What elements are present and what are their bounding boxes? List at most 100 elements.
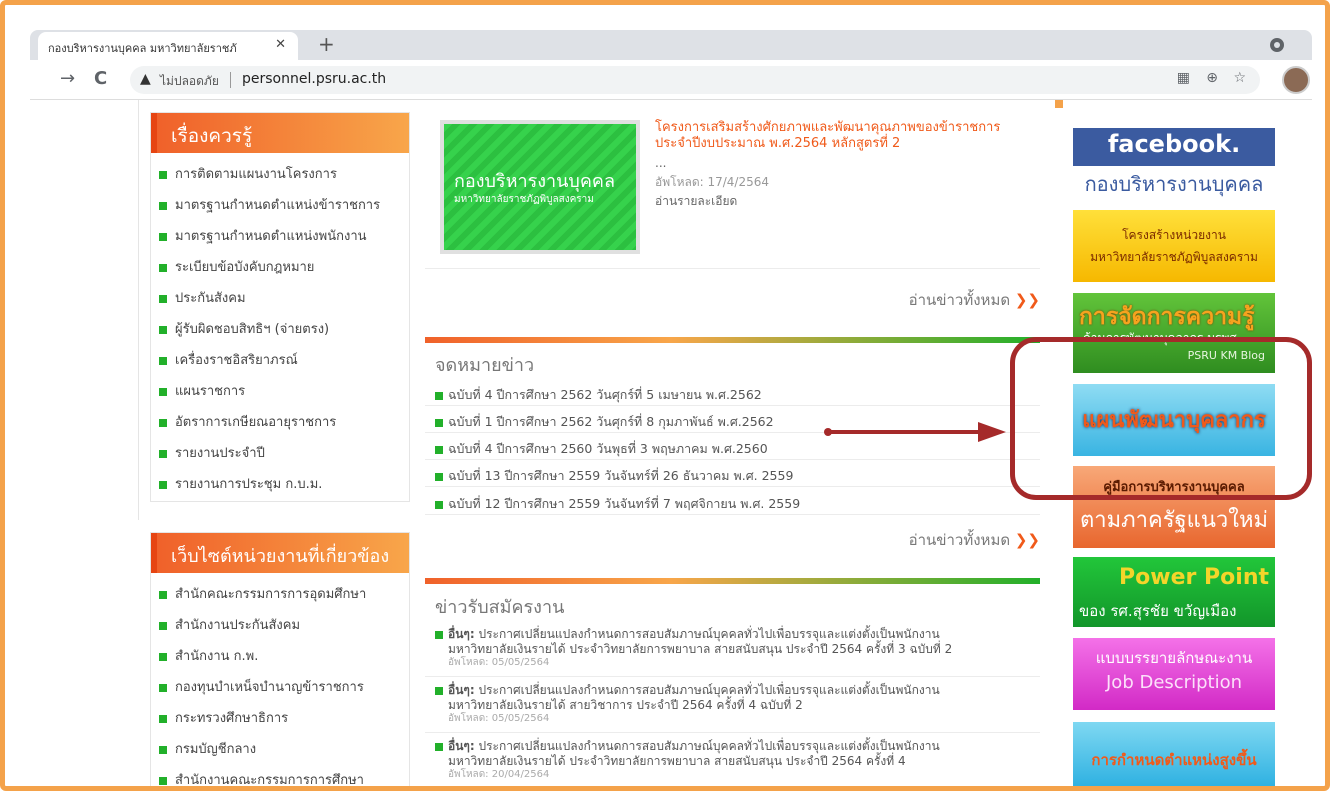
browser-tab[interactable]: กองบริหารงานบุคคล มหาวิทยาลัยราชภั ✕ — [38, 32, 298, 60]
related-site-link[interactable]: สำนักคณะกรรมการการอุดมศึกษา — [151, 573, 409, 604]
job-item[interactable]: อื่นๆ: ประกาศเปลี่ยนแปลงกำหนดการสอบสัมภา… — [435, 739, 1035, 781]
bullet-icon — [435, 742, 443, 751]
related-sites-heading: เว็บไซต์หน่วยงานที่เกี่ยวข้อง — [151, 533, 409, 573]
bullet-icon — [435, 630, 443, 639]
newsletter-item[interactable]: ฉบับที่ 1 ปีการศึกษา 2562 วันศุกร์ที่ 8 … — [435, 412, 774, 432]
facebook-logo-text: facebook. — [1107, 130, 1241, 158]
sidebar-link[interactable]: ระเบียบข้อบังคับกฎหมาย — [151, 246, 409, 277]
bullet-icon — [159, 621, 167, 630]
newsletter-item[interactable]: ฉบับที่ 13 ปีการศึกษา 2559 วันจันทร์ที่ … — [435, 466, 793, 486]
featured-image[interactable]: กองบริหารงานบุคคล มหาวิทยาลัยราชภัฏพิบูล… — [440, 120, 640, 254]
sidebar-link[interactable]: มาตรฐานกำหนดตำแหน่งพนักงาน — [151, 215, 409, 246]
page-divider — [138, 100, 139, 520]
url-text[interactable]: personnel.psru.ac.th — [242, 71, 386, 87]
newsletter-item[interactable]: ฉบับที่ 4 ปีการศึกษา 2562 วันศุกร์ที่ 5 … — [435, 385, 762, 405]
sidebar-link[interactable]: รายงานการประชุม ก.บ.ม. — [151, 463, 409, 501]
bullet-icon — [159, 294, 167, 303]
related-sites-box: เว็บไซต์หน่วยงานที่เกี่ยวข้อง สำนักคณะกร… — [150, 532, 410, 786]
featured-image-title: กองบริหารงานบุคคล — [454, 171, 615, 192]
job-banner-thai: แบบบรรยายลักษณะงาน — [1095, 649, 1253, 667]
security-label[interactable]: ไม่ปลอดภัย — [160, 72, 219, 91]
bullet-icon — [435, 445, 443, 454]
bullet-icon — [159, 418, 167, 427]
pp-banner-title: Power Point — [1119, 565, 1269, 590]
warning-icon: ▲ — [140, 71, 151, 87]
newsletter-heading: จดหมายข่าว — [435, 355, 535, 376]
avatar[interactable] — [1282, 66, 1310, 94]
decor-dot — [1055, 100, 1063, 108]
bullet-icon — [159, 652, 167, 661]
bullet-icon — [435, 500, 443, 509]
double-chevron-icon: ❯❯ — [1014, 291, 1040, 309]
bullet-icon — [435, 686, 443, 695]
higher-position-banner[interactable]: การกำหนดตำแหน่งสูงขึ้น — [1073, 722, 1275, 786]
sidebar-link[interactable]: การติดตามแผนงานโครงการ — [151, 153, 409, 184]
bullet-icon — [159, 170, 167, 179]
job-item[interactable]: อื่นๆ: ประกาศเปลี่ยนแปลงกำหนดการสอบสัมภา… — [435, 683, 1035, 725]
job-item[interactable]: อื่นๆ: ประกาศเปลี่ยนแปลงกำหนดการสอบสัมภา… — [435, 627, 1035, 669]
tab-close-icon[interactable]: ✕ — [275, 37, 286, 52]
bullet-icon — [159, 683, 167, 692]
reload-icon[interactable]: C — [94, 68, 107, 89]
bullet-icon — [435, 472, 443, 481]
bullet-icon — [159, 201, 167, 210]
sidebar-link[interactable]: เครื่องราชอิสริยาภรณ์ — [151, 339, 409, 370]
sidebar-link[interactable]: ผู้รับผิดชอบสิทธิฯ (จ่ายตรง) — [151, 308, 409, 339]
profile-menu-icon[interactable] — [1270, 38, 1284, 52]
new-tab-button[interactable]: + — [318, 32, 335, 56]
bookmark-star-icon[interactable]: ☆ — [1233, 70, 1246, 86]
zoom-icon[interactable]: ⊕ — [1206, 70, 1218, 86]
bullet-icon — [159, 480, 167, 489]
bullet-icon — [159, 449, 167, 458]
tab-bar: กองบริหารงานบุคคล มหาวิทยาลัยราชภั ✕ + — [30, 30, 1312, 60]
featured-upload-date: อัพโหลด: 17/4/2564 — [655, 175, 770, 189]
org-structure-banner[interactable]: โครงสร้างหน่วยงาน มหาวิทยาลัยราชภัฏพิบูล… — [1073, 210, 1275, 282]
bullet-icon — [159, 356, 167, 365]
related-site-link[interactable]: กองทุนบำเหน็จบำนาญข้าราชการ — [151, 666, 409, 697]
bullet-icon — [159, 776, 167, 785]
annotation-arrow — [824, 422, 1006, 442]
related-site-link[interactable]: สำนักงานประกันสังคม — [151, 604, 409, 635]
newsletter-item[interactable]: ฉบับที่ 4 ปีการศึกษา 2560 วันพุธที่ 3 พฤ… — [435, 439, 768, 459]
annotation-highlight-box — [1010, 337, 1312, 500]
divider — [425, 732, 1040, 733]
featured-ellipsis: ... — [655, 156, 667, 170]
bullet-icon — [159, 387, 167, 396]
knowledge-heading: เรื่องควรรู้ — [151, 113, 409, 153]
read-all-news-link[interactable]: อ่านข่าวทั้งหมด ❯❯ — [909, 288, 1040, 312]
jobs-heading: ข่าวรับสมัครงาน — [435, 597, 565, 618]
tab-title: กองบริหารงานบุคคล มหาวิทยาลัยราชภั — [48, 42, 237, 55]
pp-banner-author: ของ รศ.สุรชัย ขวัญเมือง — [1079, 602, 1237, 620]
powerpoint-banner[interactable]: Power Point ของ รศ.สุรชัย ขวัญเมือง — [1073, 557, 1275, 627]
job-description-banner[interactable]: แบบบรรยายลักษณะงาน Job Description — [1073, 638, 1275, 710]
bullet-icon — [435, 418, 443, 427]
qr-code-icon[interactable]: ▦ — [1177, 70, 1190, 86]
newsletter-item[interactable]: ฉบับที่ 12 ปีการศึกษา 2559 วันจันทร์ที่ … — [435, 494, 800, 514]
omnibox-separator — [230, 72, 231, 88]
facebook-banner[interactable]: facebook. กองบริหารงานบุคคล — [1073, 128, 1275, 198]
bullet-icon — [435, 391, 443, 400]
section-bar — [425, 337, 1040, 343]
related-site-link[interactable]: กระทรวงศึกษาธิการ — [151, 697, 409, 728]
sidebar-link[interactable]: รายงานประจำปี — [151, 432, 409, 463]
divider — [425, 459, 1040, 460]
address-bar[interactable]: ▲ ไม่ปลอดภัย personnel.psru.ac.th ▦ ⊕ ☆ — [130, 66, 1260, 94]
featured-news-title[interactable]: โครงการเสริมสร้างศักยภาพและพัฒนาคุณภาพขอ… — [655, 120, 1005, 152]
position-banner-title: การกำหนดตำแหน่งสูงขึ้น — [1091, 751, 1257, 769]
bullet-icon — [159, 590, 167, 599]
sidebar-link[interactable]: ประกันสังคม — [151, 277, 409, 308]
read-more-link[interactable]: อ่านรายละเอียด — [655, 192, 737, 211]
sidebar-link[interactable]: แผนราชการ — [151, 370, 409, 401]
sidebar-link[interactable]: อัตราการเกษียณอายุราชการ — [151, 401, 409, 432]
featured-image-subtitle: มหาวิทยาลัยราชภัฏพิบูลสงคราม — [454, 194, 594, 205]
browser-toolbar: → C ▲ ไม่ปลอดภัย personnel.psru.ac.th ▦ … — [30, 60, 1312, 100]
bullet-icon — [159, 325, 167, 334]
read-all-newsletters-link[interactable]: อ่านข่าวทั้งหมด ❯❯ — [909, 528, 1040, 552]
related-site-link[interactable]: สำนักงาน ก.พ. — [151, 635, 409, 666]
forward-arrow-icon[interactable]: → — [60, 68, 75, 89]
divider — [425, 676, 1040, 677]
related-site-link[interactable]: สำนักงานคณะกรรมการการศึกษา — [151, 759, 409, 786]
sidebar-link[interactable]: มาตรฐานกำหนดตำแหน่งข้าราชการ — [151, 184, 409, 215]
manual-banner-line2: ตามภาครัฐแนวใหม่ — [1080, 508, 1268, 533]
related-site-link[interactable]: กรมบัญชีกลาง — [151, 728, 409, 759]
